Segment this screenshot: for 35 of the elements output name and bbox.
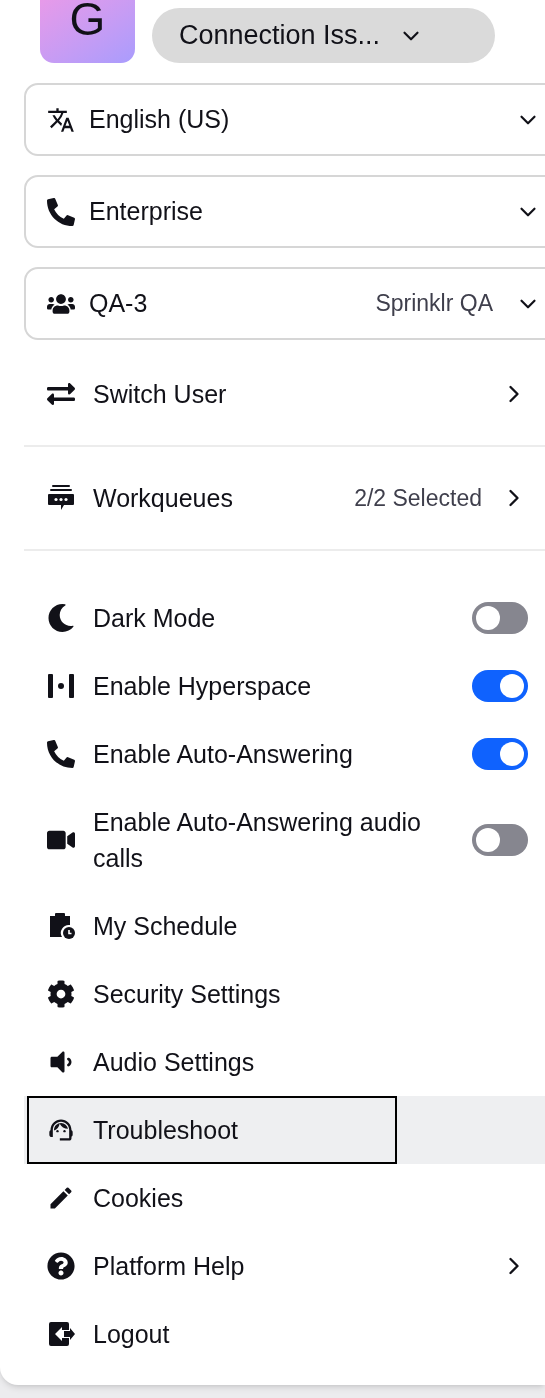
status-dropdown[interactable]: Connection Iss... <box>152 8 495 63</box>
selection-count: 2/2 Selected <box>354 484 482 513</box>
toggle-switch[interactable] <box>472 738 528 770</box>
translate-icon <box>47 105 75 134</box>
menu-item-label: Switch User <box>93 379 227 410</box>
avatar[interactable]: G <box>40 0 135 63</box>
moon-icon <box>47 604 75 632</box>
menu-item-label: Logout <box>93 1319 170 1350</box>
toggle-switch[interactable] <box>472 670 528 702</box>
menu-item-label: Platform Help <box>93 1251 245 1282</box>
phone-icon <box>47 740 75 768</box>
menu-item-label: Security Settings <box>93 979 281 1010</box>
help-icon <box>47 1252 75 1280</box>
toggle-switch[interactable] <box>472 602 528 634</box>
select-field[interactable]: QA-3 Sprinklr QA <box>24 267 545 340</box>
menu-item-label: Enable Auto-Answering audio calls <box>93 807 422 874</box>
menu-item-label: My Schedule <box>93 911 238 942</box>
menu-item-label: Enable Auto-Answering <box>93 739 353 770</box>
clipboard-clock-icon <box>47 912 75 940</box>
logout-icon <box>47 1320 75 1348</box>
chat-stack-icon <box>47 484 75 512</box>
toggle-switch[interactable] <box>472 824 528 856</box>
menu-item-label: Audio Settings <box>93 1047 255 1078</box>
select-field[interactable]: English (US) <box>24 83 545 156</box>
menu-item-label: Troubleshoot <box>93 1115 238 1146</box>
hyperspace-icon <box>47 672 75 700</box>
settings-icon <box>47 980 75 1008</box>
menu-item-label: Enable Hyperspace <box>93 671 312 702</box>
select-field[interactable]: Enterprise <box>24 175 545 248</box>
menu-item-label: Cookies <box>93 1183 184 1214</box>
phone-icon <box>47 197 75 226</box>
menu-item-label: Workqueues <box>93 483 233 514</box>
menu-item-label: Dark Mode <box>93 603 216 634</box>
swap-arrows-icon <box>47 380 75 408</box>
menu-item[interactable]: Troubleshoot <box>24 1096 545 1164</box>
